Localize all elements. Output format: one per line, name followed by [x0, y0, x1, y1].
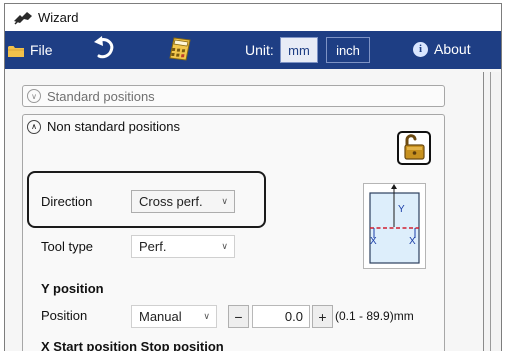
tool-type-value: Perf.: [139, 239, 167, 254]
direction-label: Direction: [41, 194, 93, 209]
unit-label: Unit:: [245, 42, 274, 58]
non-standard-positions-label: Non standard positions: [47, 119, 180, 134]
about-button[interactable]: i About: [413, 41, 471, 57]
calculator-icon[interactable]: [168, 36, 192, 62]
title-bar: Wizard: [5, 4, 501, 31]
diagram-y-label: Y: [398, 204, 405, 215]
diagram-x-left-label: X: [370, 236, 377, 247]
standard-positions-label: Standard positions: [47, 88, 155, 104]
info-icon: i: [413, 41, 428, 57]
folder-icon: [8, 44, 24, 57]
about-label: About: [434, 41, 471, 57]
undo-arrow-icon[interactable]: [91, 35, 117, 61]
positions-pane: ∨ Standard positions ∧ Non standard posi…: [5, 69, 481, 351]
chevron-up-icon: ∧: [27, 119, 41, 134]
y-position-heading: Y position: [41, 281, 104, 296]
x-position-heading: X Start position Stop position: [41, 339, 224, 351]
y-position-value: 0.0: [284, 309, 303, 324]
file-menu[interactable]: File: [8, 42, 53, 58]
y-position-mode-select[interactable]: Manual ∨: [131, 305, 217, 328]
y-position-label: Position: [41, 308, 88, 323]
chevron-down-icon: ∨: [221, 196, 228, 206]
cut-direction-diagram: Y X X: [363, 183, 426, 269]
tool-type-label: Tool type: [41, 239, 94, 254]
open-padlock-icon: [401, 133, 427, 164]
non-standard-positions-expander[interactable]: ∧ Non standard positions: [27, 119, 180, 134]
unit-inch-button[interactable]: inch: [326, 37, 370, 63]
diagram-x-right-label: X: [409, 236, 416, 247]
decrement-button[interactable]: −: [228, 305, 249, 328]
direction-value: Cross perf.: [139, 194, 203, 209]
y-position-mode-value: Manual: [139, 309, 182, 324]
y-position-input[interactable]: 0.0: [252, 305, 310, 328]
direction-select[interactable]: Cross perf. ∨: [131, 190, 235, 213]
standard-positions-expander[interactable]: ∨ Standard positions: [22, 85, 445, 107]
menu-bar: File Unit: mm inch i About: [5, 31, 501, 69]
wizard-app-icon: [13, 10, 35, 26]
unit-mm-button[interactable]: mm: [280, 37, 318, 63]
right-panel-edge: [483, 72, 501, 351]
y-position-range: (0.1 - 89.9)mm: [335, 309, 414, 323]
window-title: Wizard: [38, 10, 79, 25]
non-standard-positions-panel: ∧ Non standard positions Direction Cross…: [22, 114, 445, 351]
increment-button[interactable]: +: [312, 305, 333, 328]
wizard-window: Wizard File Unit: mm inch i About ∨ Stan…: [4, 3, 502, 351]
file-menu-label: File: [30, 42, 53, 58]
right-panel-divider: [490, 72, 491, 351]
chevron-down-icon: ∨: [27, 89, 41, 103]
chevron-down-icon: ∨: [203, 311, 210, 321]
tool-type-select[interactable]: Perf. ∨: [131, 235, 235, 258]
lock-toggle-button[interactable]: [397, 131, 431, 165]
chevron-down-icon: ∨: [221, 241, 228, 251]
